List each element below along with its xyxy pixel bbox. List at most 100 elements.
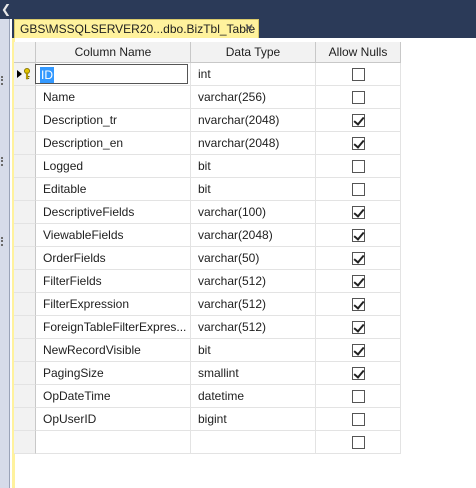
allow-nulls-checkbox[interactable] (352, 183, 365, 196)
data-type-text: bigint (198, 412, 227, 426)
allow-nulls-checkbox[interactable] (352, 275, 365, 288)
allow-nulls-checkbox[interactable] (352, 390, 365, 403)
allow-nulls-checkbox[interactable] (352, 160, 365, 173)
data-type-header[interactable]: Data Type (191, 42, 316, 63)
allow-nulls-checkbox[interactable] (352, 206, 365, 219)
row-selector[interactable] (14, 224, 36, 247)
row-selector[interactable] (14, 362, 36, 385)
allow-nulls-checkbox[interactable] (352, 436, 365, 449)
column-name-cell[interactable]: Description_tr (36, 109, 191, 132)
data-type-text: bit (198, 159, 211, 173)
column-name-text: DescriptiveFields (43, 205, 135, 219)
allow-nulls-checkbox[interactable] (352, 91, 365, 104)
data-type-cell[interactable]: varchar(100) (191, 201, 316, 224)
data-type-cell[interactable]: varchar(50) (191, 247, 316, 270)
tab-title: GBS\MSSQLSERVER20...dbo.BizTbl_Table (20, 22, 256, 36)
data-type-text: varchar(2048) (198, 228, 273, 242)
column-name-text: Name (43, 90, 76, 104)
data-type-cell[interactable]: varchar(512) (191, 293, 316, 316)
grip-icon (1, 237, 6, 246)
row-selector[interactable] (14, 339, 36, 362)
data-type-cell[interactable]: varchar(512) (191, 270, 316, 293)
allow-nulls-checkbox[interactable] (352, 68, 365, 81)
column-name-editor[interactable]: ID (35, 64, 188, 84)
column-name-cell[interactable]: FilterFields (36, 270, 191, 293)
allow-nulls-checkbox[interactable] (352, 229, 365, 242)
column-name-cell[interactable]: NewRecordVisible (36, 339, 191, 362)
allow-nulls-cell (316, 132, 401, 155)
data-type-cell[interactable]: bigint (191, 408, 316, 431)
data-type-cell[interactable] (191, 431, 316, 454)
data-type-cell[interactable]: bit (191, 339, 316, 362)
row-selector[interactable] (14, 132, 36, 155)
data-type-cell[interactable]: bit (191, 155, 316, 178)
row-selector[interactable] (14, 385, 36, 408)
column-name-cell[interactable]: OpDateTime (36, 385, 191, 408)
allow-nulls-checkbox[interactable] (352, 298, 365, 311)
row-selector[interactable] (14, 316, 36, 339)
data-type-cell[interactable]: varchar(2048) (191, 224, 316, 247)
column-name-cell[interactable]: ViewableFields (36, 224, 191, 247)
chevron-left-icon[interactable]: ❮ (0, 0, 11, 19)
row-selector[interactable] (14, 63, 36, 86)
row-selector[interactable] (14, 247, 36, 270)
data-type-text: varchar(50) (198, 251, 260, 265)
close-icon[interactable]: ✕ (244, 21, 254, 35)
data-type-text: int (198, 67, 211, 81)
row-selector[interactable] (14, 201, 36, 224)
row-selector[interactable] (14, 270, 36, 293)
allow-nulls-checkbox[interactable] (352, 252, 365, 265)
data-type-cell[interactable]: bit (191, 178, 316, 201)
side-toolbox-strip[interactable] (0, 19, 10, 488)
data-type-cell[interactable]: datetime (191, 385, 316, 408)
data-type-text: nvarchar(2048) (198, 136, 280, 150)
allow-nulls-cell (316, 109, 401, 132)
allow-nulls-checkbox[interactable] (352, 344, 365, 357)
data-type-cell[interactable]: varchar(512) (191, 316, 316, 339)
column-name-cell[interactable]: Logged (36, 155, 191, 178)
column-name-cell[interactable]: Editable (36, 178, 191, 201)
data-type-text: varchar(100) (198, 205, 267, 219)
document-tab[interactable]: GBS\MSSQLSERVER20...dbo.BizTbl_Table ✕ (14, 19, 259, 38)
data-type-text: smallint (198, 366, 239, 380)
allow-nulls-cell (316, 385, 401, 408)
data-type-cell[interactable]: nvarchar(2048) (191, 132, 316, 155)
column-name-cell[interactable]: Name (36, 86, 191, 109)
column-name-cell[interactable]: Description_en (36, 132, 191, 155)
data-type-text: bit (198, 343, 211, 357)
allow-nulls-checkbox[interactable] (352, 321, 365, 334)
row-selector[interactable] (14, 178, 36, 201)
allow-nulls-checkbox[interactable] (352, 137, 365, 150)
column-name-cell[interactable] (36, 431, 191, 454)
column-name-text: FilterFields (43, 274, 102, 288)
allow-nulls-cell (316, 362, 401, 385)
data-type-cell[interactable]: smallint (191, 362, 316, 385)
selected-text: ID (40, 67, 54, 83)
column-name-header[interactable]: Column Name (36, 42, 191, 63)
row-selector[interactable] (14, 109, 36, 132)
row-selector[interactable] (14, 293, 36, 316)
data-type-text: nvarchar(2048) (198, 113, 280, 127)
allow-nulls-checkbox[interactable] (352, 367, 365, 380)
data-type-cell[interactable]: int (191, 63, 316, 86)
row-selector[interactable] (14, 155, 36, 178)
row-selector[interactable] (14, 408, 36, 431)
row-selector[interactable] (14, 431, 36, 454)
allow-nulls-checkbox[interactable] (352, 413, 365, 426)
allow-nulls-header[interactable]: Allow Nulls (316, 42, 401, 63)
data-type-cell[interactable]: nvarchar(2048) (191, 109, 316, 132)
column-name-cell[interactable]: DescriptiveFields (36, 201, 191, 224)
column-name-cell[interactable]: ForeignTableFilterExpres... (36, 316, 191, 339)
column-name-cell[interactable]: FilterExpression (36, 293, 191, 316)
column-name-text: NewRecordVisible (43, 343, 141, 357)
data-type-cell[interactable]: varchar(256) (191, 86, 316, 109)
column-name-cell[interactable]: PagingSize (36, 362, 191, 385)
row-selector-header (14, 42, 36, 63)
column-name-cell[interactable]: ID (35, 63, 191, 86)
row-selector[interactable] (14, 86, 36, 109)
allow-nulls-cell (316, 155, 401, 178)
column-name-cell[interactable]: OpUserID (36, 408, 191, 431)
allow-nulls-checkbox[interactable] (352, 114, 365, 127)
column-name-cell[interactable]: OrderFields (36, 247, 191, 270)
allow-nulls-cell (316, 408, 401, 431)
